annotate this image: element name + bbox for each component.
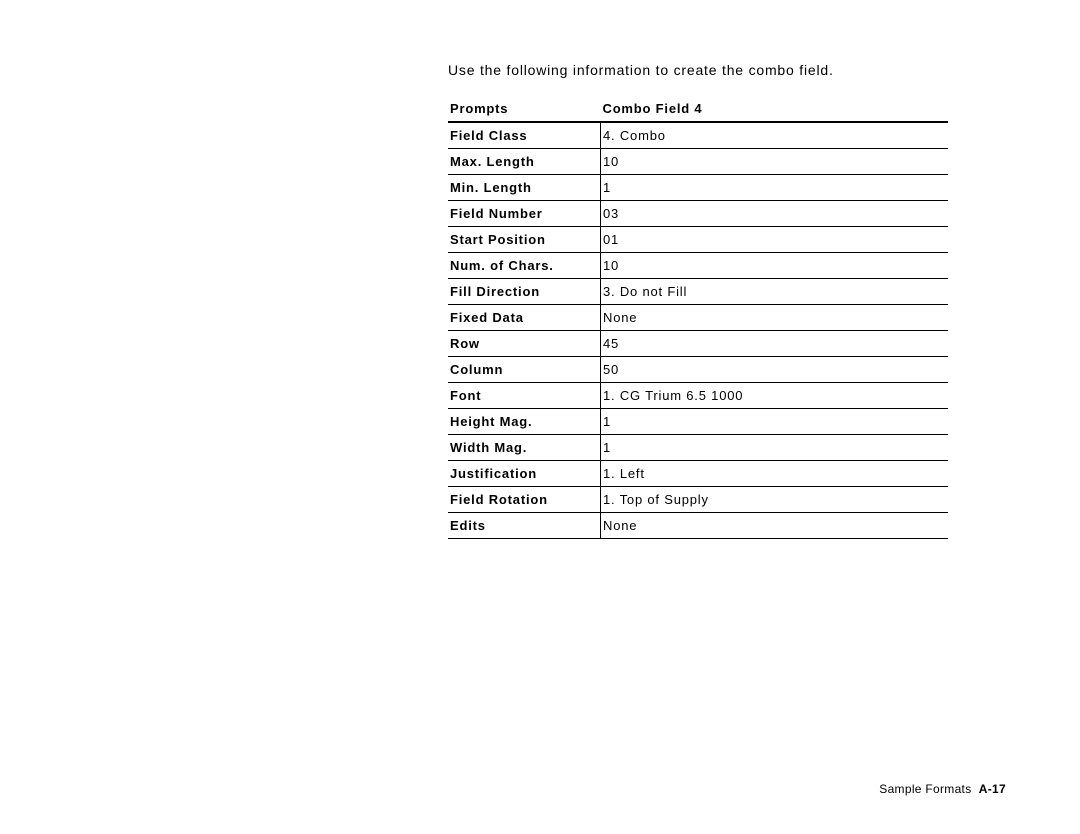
table-row: Min. Length1 [448,175,948,201]
row-label: Max. Length [448,149,601,175]
table-row: Justification1. Left [448,461,948,487]
header-prompts: Prompts [448,96,601,122]
footer-section: Sample Formats [879,782,971,796]
row-label: Fixed Data [448,305,601,331]
row-label: Justification [448,461,601,487]
row-value: 3. Do not Fill [601,279,949,305]
intro-text: Use the following information to create … [448,62,1010,78]
row-label: Column [448,357,601,383]
row-label: Field Rotation [448,487,601,513]
table-row: Fill Direction3. Do not Fill [448,279,948,305]
row-label: Field Number [448,201,601,227]
row-value: None [601,513,949,539]
table-row: Column50 [448,357,948,383]
row-value: 50 [601,357,949,383]
table-row: Height Mag.1 [448,409,948,435]
row-value: 1. CG Trium 6.5 1000 [601,383,949,409]
table-header-row: Prompts Combo Field 4 [448,96,948,122]
table-row: Font1. CG Trium 6.5 1000 [448,383,948,409]
row-value: None [601,305,949,331]
row-value: 10 [601,149,949,175]
table-row: Field Class4. Combo [448,122,948,149]
row-value: 4. Combo [601,122,949,149]
document-page: Use the following information to create … [0,0,1080,834]
row-label: Fill Direction [448,279,601,305]
row-value: 1 [601,435,949,461]
row-label: Field Class [448,122,601,149]
row-value: 1 [601,409,949,435]
row-label: Min. Length [448,175,601,201]
row-label: Font [448,383,601,409]
table-row: Fixed DataNone [448,305,948,331]
page-footer: Sample Formats A-17 [879,782,1006,796]
table-row: Width Mag.1 [448,435,948,461]
row-label: Edits [448,513,601,539]
row-value: 1. Left [601,461,949,487]
table-row: Max. Length10 [448,149,948,175]
table-row: Start Position01 [448,227,948,253]
table-row: Field Rotation1. Top of Supply [448,487,948,513]
table-row: Field Number03 [448,201,948,227]
row-value: 01 [601,227,949,253]
row-label: Start Position [448,227,601,253]
combo-field-spec-table: Prompts Combo Field 4 Field Class4. Comb… [448,96,948,539]
table-row: Row45 [448,331,948,357]
table-row: EditsNone [448,513,948,539]
row-value: 45 [601,331,949,357]
row-label: Height Mag. [448,409,601,435]
row-value: 10 [601,253,949,279]
row-value: 1. Top of Supply [601,487,949,513]
table-row: Num. of Chars.10 [448,253,948,279]
row-value: 1 [601,175,949,201]
row-value: 03 [601,201,949,227]
row-label: Num. of Chars. [448,253,601,279]
row-label: Row [448,331,601,357]
header-value: Combo Field 4 [601,96,949,122]
row-label: Width Mag. [448,435,601,461]
footer-page-number: A-17 [979,782,1006,796]
table-body: Field Class4. ComboMax. Length10Min. Len… [448,122,948,539]
